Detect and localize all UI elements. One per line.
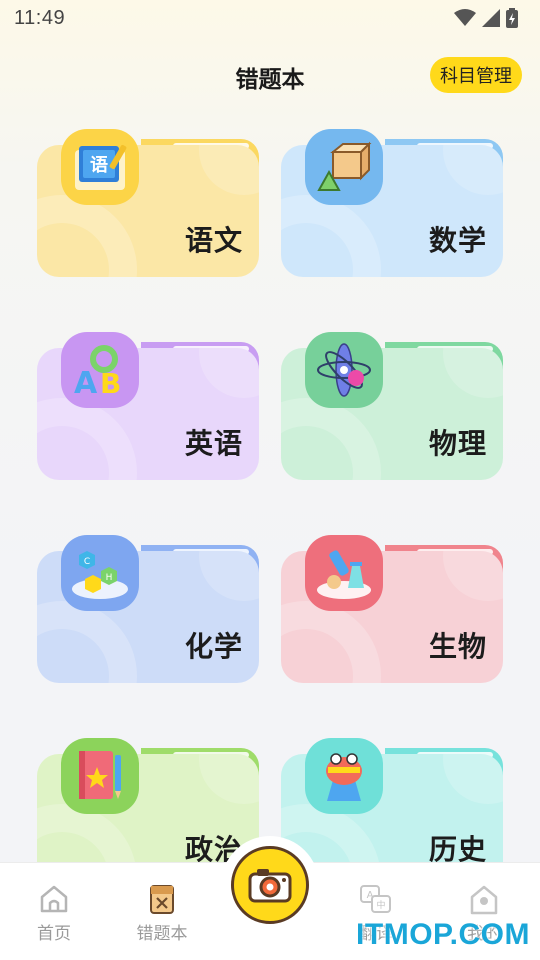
geometry-cube-icon: [305, 129, 383, 205]
subject-card-physics[interactable]: 物理: [281, 332, 503, 480]
camera-button-wrap: [221, 836, 319, 934]
subject-card-english[interactable]: A B 英语: [37, 332, 259, 480]
abc-letters-icon: A B: [61, 332, 139, 408]
subject-card-math[interactable]: 数学: [281, 129, 503, 277]
history-figure-icon: [305, 738, 383, 814]
svg-text:B: B: [100, 367, 121, 399]
nav-home[interactable]: 首页: [14, 883, 94, 944]
subject-grid: 语 语文 数学 A B 英语 物理 C H 化学 生物 政治 历史: [0, 0, 540, 960]
subject-label: 化学: [184, 630, 243, 663]
camera-button[interactable]: [231, 846, 309, 924]
subject-label: 生物: [428, 630, 487, 663]
subject-card-biology[interactable]: 生物: [281, 535, 503, 683]
subject-label: 语文: [184, 224, 243, 257]
camera-icon: [248, 869, 292, 903]
svg-text:中: 中: [376, 899, 385, 911]
nav-mistakes-label: 错题本: [136, 924, 188, 944]
home-icon: [40, 885, 68, 913]
subject-label: 英语: [184, 427, 243, 460]
subject-label: 数学: [428, 224, 487, 257]
nav-home-label: 首页: [37, 924, 71, 944]
chinese-book-icon: 语: [61, 129, 139, 205]
svg-text:H: H: [106, 573, 113, 583]
subject-card-chemistry[interactable]: C H 化学: [37, 535, 259, 683]
subject-card-chinese[interactable]: 语 语文: [37, 129, 259, 277]
nav-mistakes[interactable]: 错题本: [122, 883, 202, 944]
svg-text:A: A: [74, 366, 98, 399]
microscope-icon: [305, 535, 383, 611]
translate-icon: A 中: [360, 885, 391, 913]
svg-text:语: 语: [90, 155, 108, 176]
watermark: ITMOP.COM: [356, 918, 530, 951]
subject-label: 物理: [428, 427, 487, 460]
user-house-icon: [470, 885, 498, 915]
molecule-icon: C H: [61, 535, 139, 611]
svg-text:A: A: [367, 890, 374, 901]
mistake-book-icon: [150, 885, 174, 914]
atom-icon: [305, 332, 383, 408]
svg-text:C: C: [84, 557, 90, 567]
star-notebook-icon: [61, 738, 139, 814]
